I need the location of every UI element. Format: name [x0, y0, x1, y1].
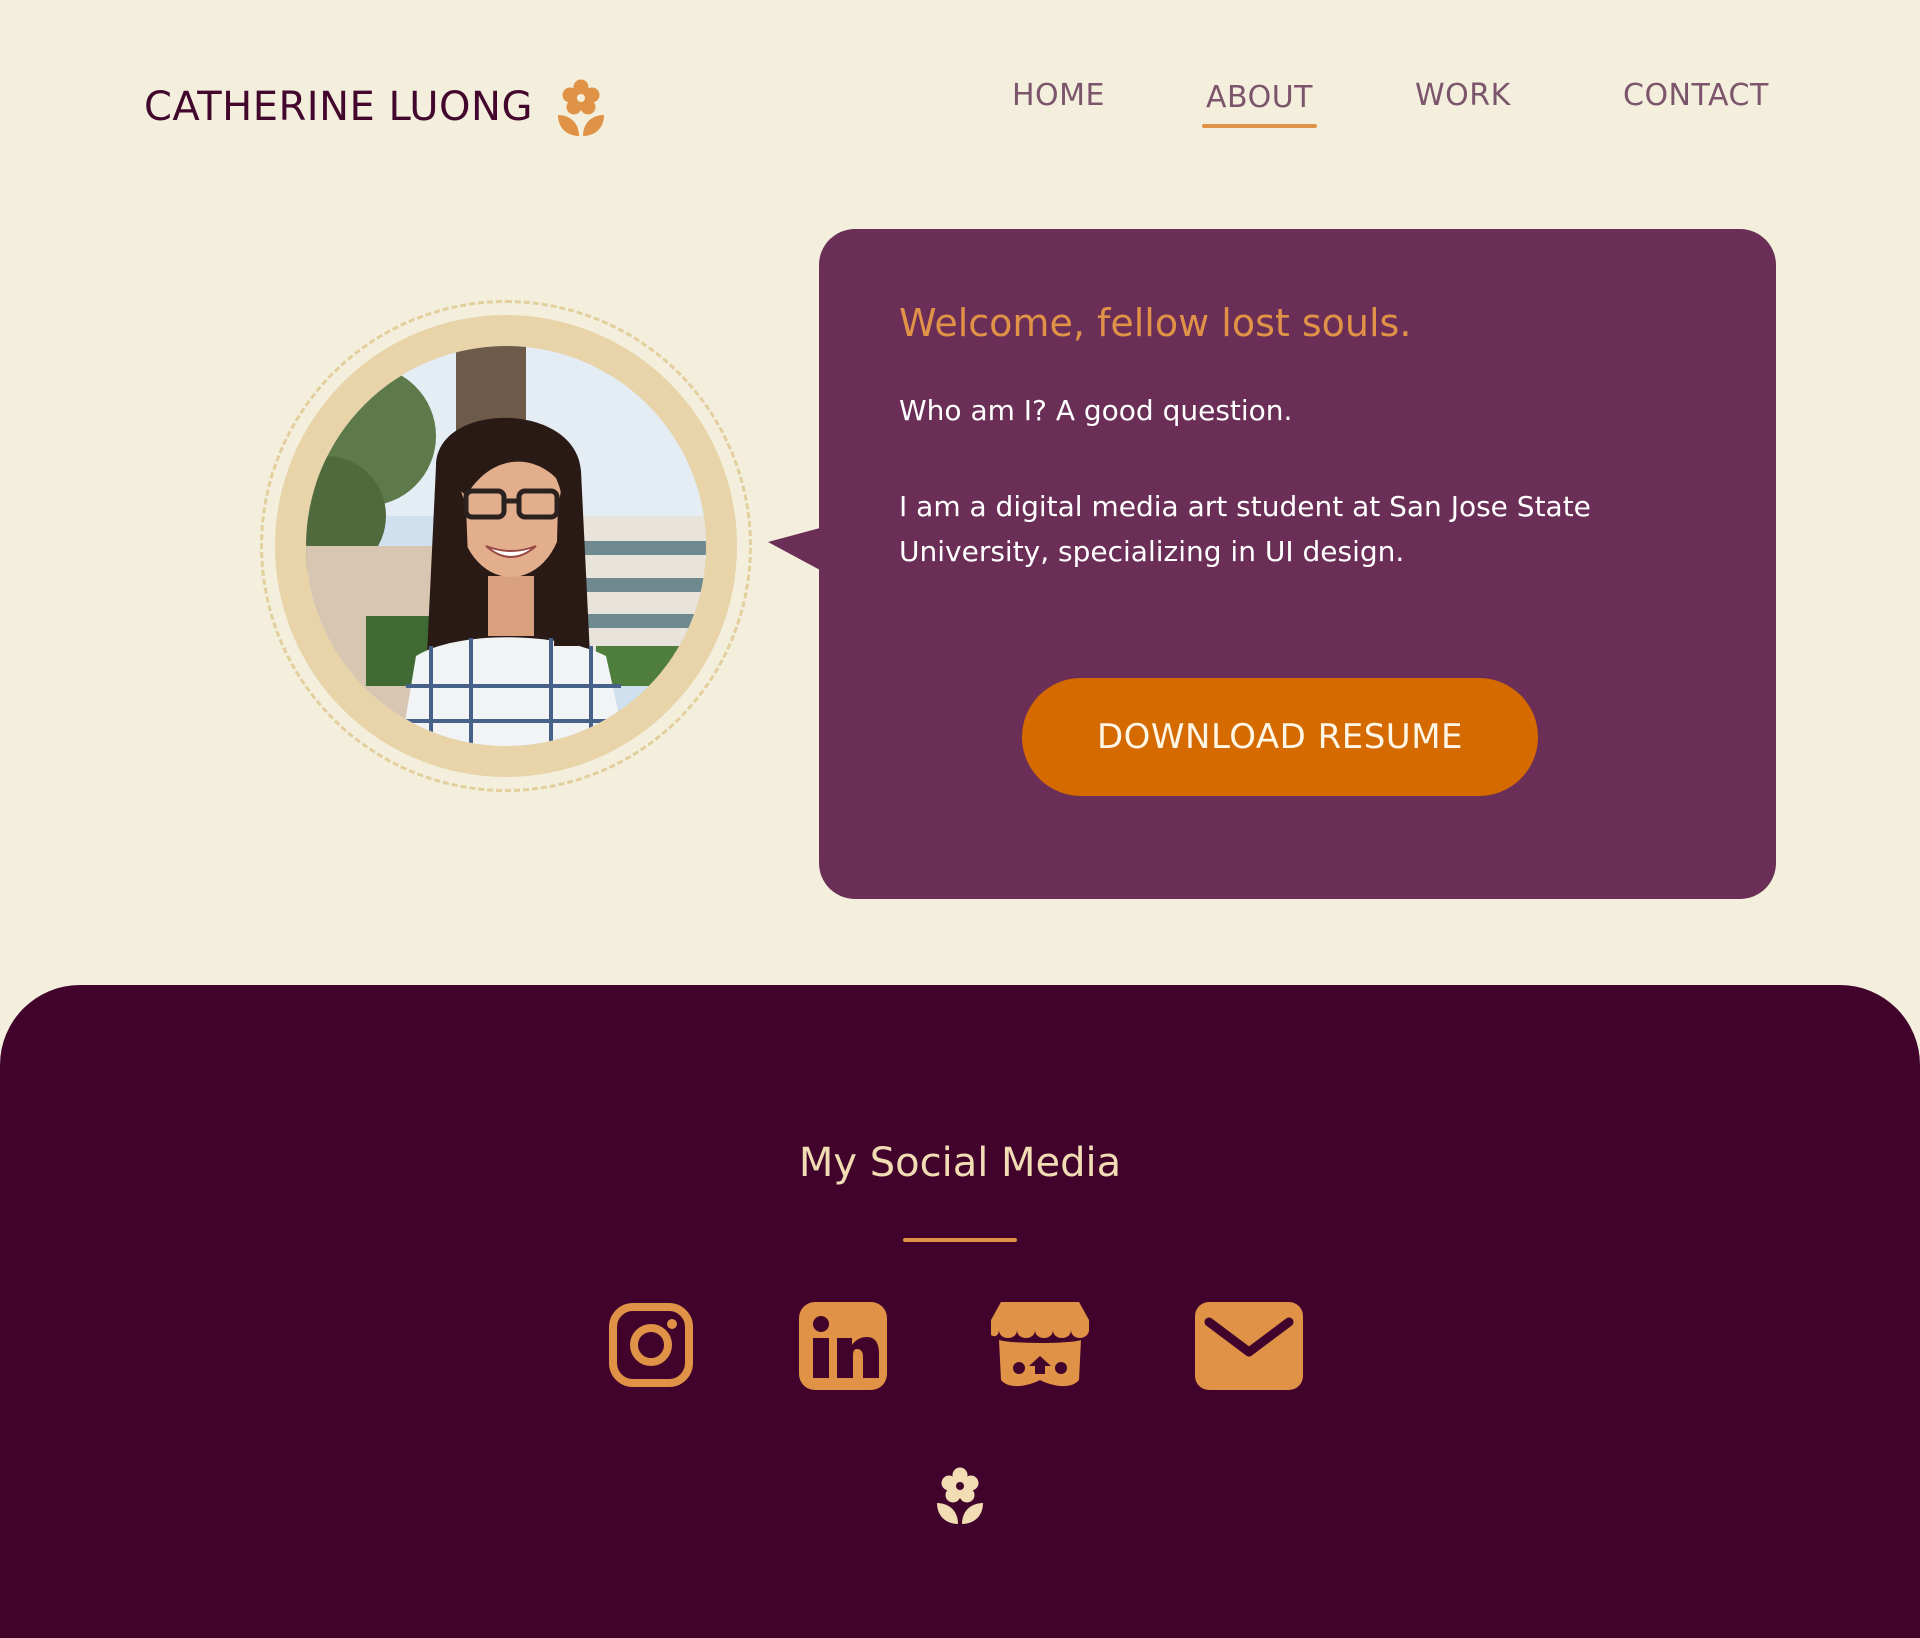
download-resume-button[interactable]: DOWNLOAD RESUME	[1022, 678, 1538, 796]
nav-contact[interactable]: CONTACT	[1623, 78, 1769, 113]
portrait-photo	[306, 346, 706, 746]
about-title: Welcome, fellow lost souls.	[899, 301, 1412, 345]
flower-icon	[555, 78, 607, 136]
flower-icon	[934, 1466, 986, 1528]
nav-home[interactable]: HOME	[1012, 78, 1105, 113]
about-intro: Who am I? A good question.	[899, 394, 1293, 427]
portrait	[260, 300, 752, 792]
about-description: I am a digital media art student at San …	[899, 490, 1591, 568]
email-icon[interactable]	[1195, 1302, 1303, 1390]
itchio-icon[interactable]	[991, 1302, 1089, 1390]
instagram-icon[interactable]	[608, 1302, 694, 1388]
linkedin-icon[interactable]	[799, 1302, 887, 1390]
footer-title: My Social Media	[798, 1140, 1122, 1186]
brand[interactable]: CATHERINE LUONG	[144, 78, 607, 136]
about-card: Welcome, fellow lost souls. Who am I? A …	[819, 229, 1776, 899]
nav-about[interactable]: ABOUT	[1206, 80, 1313, 115]
footer-divider	[903, 1238, 1017, 1242]
speech-bubble-tail	[768, 528, 820, 570]
footer: My Social Media	[0, 985, 1920, 1638]
nav-active-indicator	[1202, 124, 1317, 128]
nav-work[interactable]: WORK	[1415, 78, 1511, 113]
brand-name: CATHERINE LUONG	[144, 84, 533, 130]
